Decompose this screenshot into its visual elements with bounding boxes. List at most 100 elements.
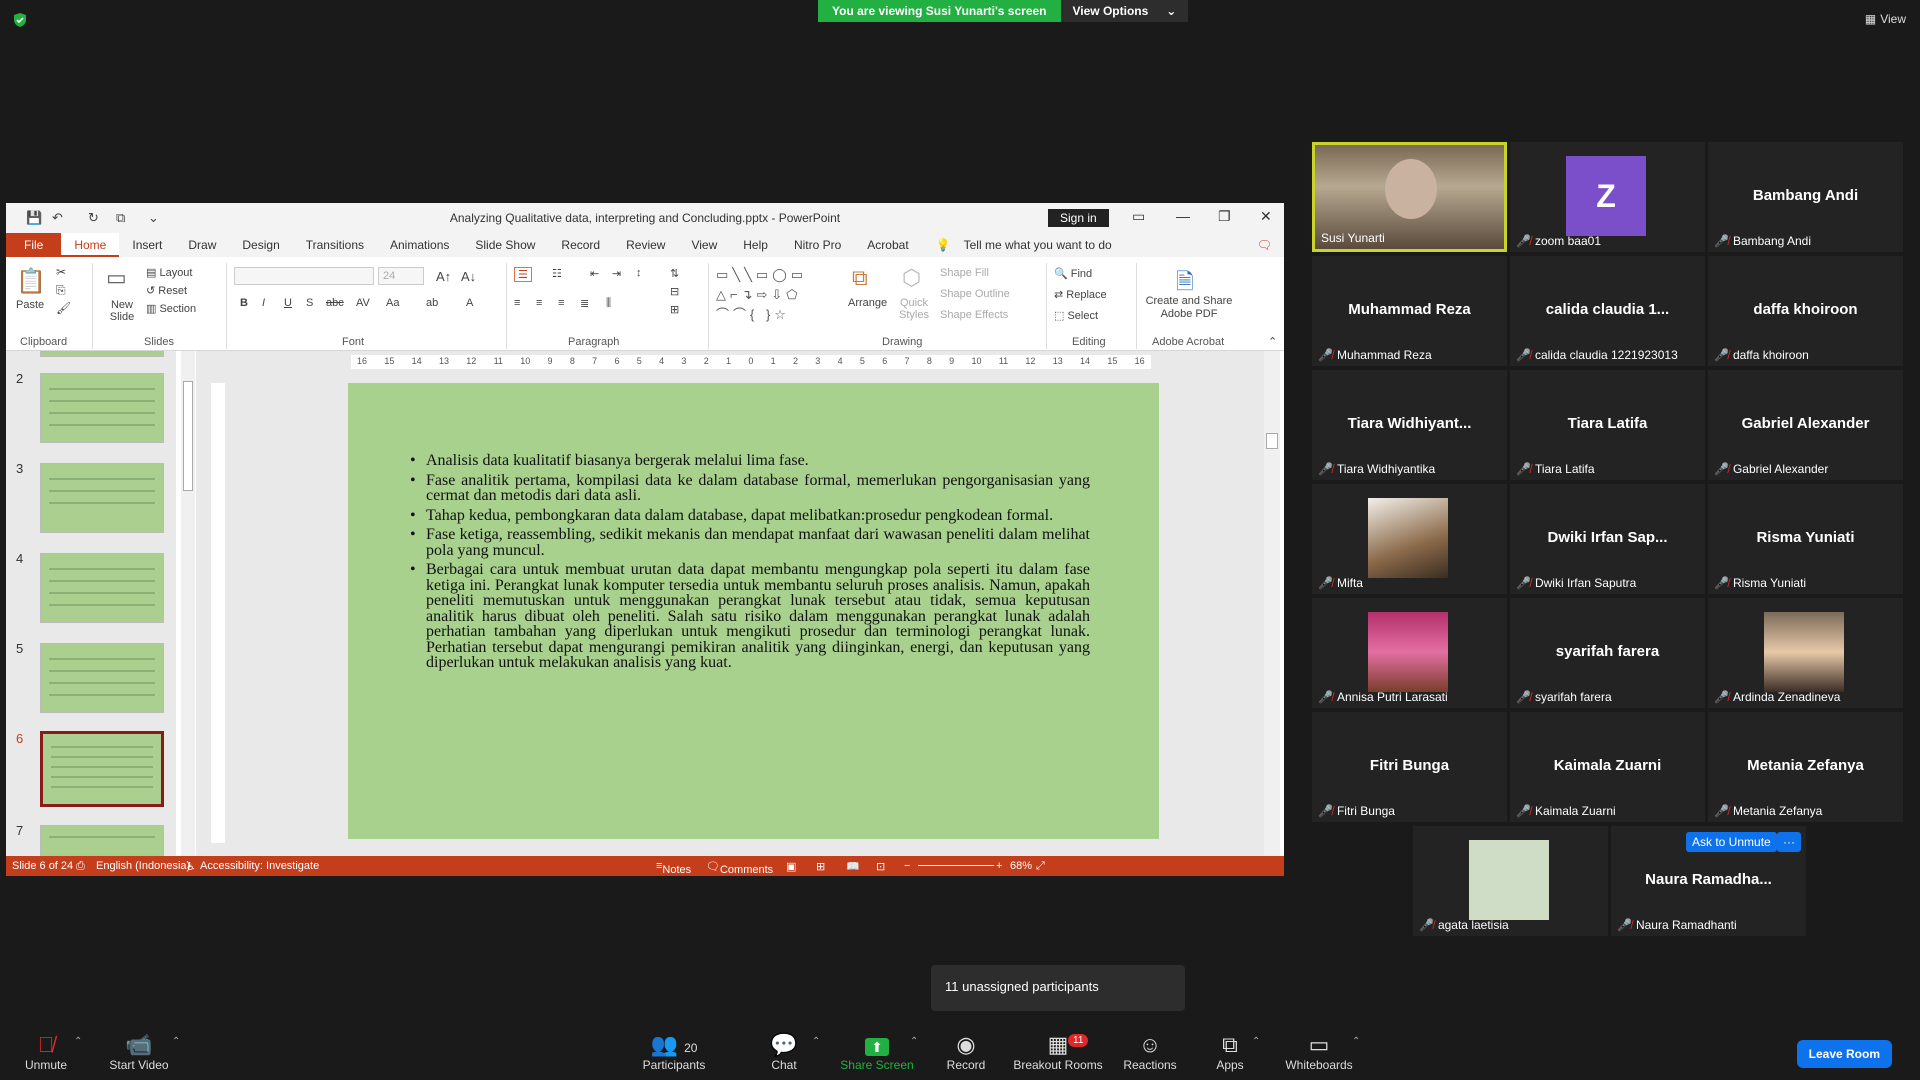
shape-fill-button[interactable]: Shape Fill — [940, 267, 989, 279]
reactions-button[interactable]: ☺ Reactions — [1120, 1032, 1180, 1072]
slide-bullet-list[interactable]: Analisis data kualitatif biasanya berger… — [410, 453, 1090, 675]
cut-icon[interactable]: ✂ — [56, 265, 66, 279]
tab-nitro-pro[interactable]: Nitro Pro — [781, 233, 854, 257]
sign-in-button[interactable]: Sign in — [1048, 209, 1109, 227]
align-center-icon[interactable]: ≡ — [536, 297, 542, 309]
tab-transitions[interactable]: Transitions — [293, 233, 377, 257]
shadow-icon[interactable]: S — [306, 297, 313, 309]
slide-thumbnail-2[interactable] — [40, 373, 164, 443]
align-text-icon[interactable]: ⊟ — [670, 285, 679, 298]
collapse-ribbon-icon[interactable]: ⌃ — [1268, 335, 1277, 348]
video-options-caret[interactable]: ⌃ — [172, 1036, 180, 1047]
audio-options-caret[interactable]: ⌃ — [74, 1036, 82, 1047]
slide-thumbnail-6[interactable] — [40, 731, 164, 807]
chat-button[interactable]: 💬 Chat — [760, 1032, 808, 1072]
normal-view-icon[interactable]: ▣ — [786, 860, 796, 873]
copy-icon[interactable]: ⎘ — [56, 283, 66, 298]
participant-tile[interactable]: Bambang Andi 🎤̸ Bambang Andi — [1708, 142, 1903, 252]
arrange-button[interactable]: Arrange — [848, 297, 887, 309]
notes-button[interactable]: ≡ Notes — [656, 860, 691, 876]
reset-button[interactable]: ↺ Reset — [146, 284, 187, 297]
fit-to-window-icon[interactable]: ⤢ — [1036, 860, 1045, 873]
scroll-thumb[interactable] — [183, 381, 193, 491]
quick-styles-button[interactable]: Quick Styles — [894, 297, 934, 321]
tab-file[interactable]: File — [6, 233, 62, 257]
record-button[interactable]: ◉ Record — [944, 1032, 988, 1072]
tab-help[interactable]: Help — [730, 233, 781, 257]
participant-tile[interactable]: Tiara Latifa 🎤̸ Tiara Latifa — [1510, 370, 1705, 480]
shape-outline-button[interactable]: Shape Outline — [940, 288, 1010, 300]
zoom-slider[interactable] — [918, 865, 994, 866]
participant-tile[interactable]: calida claudia 1... 🎤̸ calida claudia 1221… — [1510, 256, 1705, 366]
scroll-thumb[interactable] — [1266, 433, 1278, 449]
tab-design[interactable]: Design — [229, 233, 292, 257]
restore-icon[interactable]: ❐ — [1218, 208, 1231, 225]
bold-icon[interactable]: B — [240, 297, 248, 309]
font-name-box[interactable] — [234, 267, 374, 285]
new-slide-icon[interactable]: ▭ — [106, 265, 127, 291]
tab-acrobat[interactable]: Acrobat — [854, 233, 921, 257]
participant-tile[interactable]: Risma Yuniati 🎤̸ Risma Yuniati — [1708, 484, 1903, 594]
layout-button[interactable]: ▤ Layout — [146, 266, 192, 279]
ask-to-unmute-button[interactable]: Ask to Unmute — [1686, 832, 1777, 852]
participant-tile[interactable]: 🎤̸ Mifta — [1312, 484, 1507, 594]
smartart-icon[interactable]: ⊞ — [670, 303, 679, 316]
participant-tile[interactable]: 🎤̸ agata laetisia — [1413, 826, 1608, 936]
tab-draw[interactable]: Draw — [175, 233, 229, 257]
editor-scrollbar[interactable] — [1264, 351, 1280, 856]
participant-tile[interactable]: Metania Zefanya 🎤̸ Metania Zefanya — [1708, 712, 1903, 822]
find-button[interactable]: 🔍 Find — [1054, 267, 1092, 280]
increase-indent-icon[interactable]: ⇥ — [612, 267, 621, 280]
chat-options-caret[interactable]: ⌃ — [812, 1036, 820, 1047]
tab-home[interactable]: Home — [61, 233, 120, 257]
slide-sorter-icon[interactable]: ⊞ — [816, 860, 825, 873]
create-pdf-button[interactable]: Create and Share Adobe PDF — [1144, 295, 1234, 321]
language-status[interactable]: English (Indonesia) — [96, 860, 190, 872]
change-case-icon[interactable]: Aa — [386, 297, 399, 309]
tell-me-search[interactable]: Tell me what you want to do — [951, 233, 1125, 257]
unmute-button[interactable]: 🎙̸ Unmute — [20, 1032, 72, 1072]
columns-icon[interactable]: ⫼ — [606, 297, 611, 310]
participant-tile[interactable]: daffa khoiroon 🎤̸ daffa khoiroon — [1708, 256, 1903, 366]
zoom-level[interactable]: 68% — [1010, 860, 1032, 872]
participant-tile[interactable]: Fitri Bunga 🎤̸ Fitri Bunga — [1312, 712, 1507, 822]
security-shield-icon[interactable] — [12, 12, 28, 28]
participant-tile[interactable]: Kaimala Zuarni 🎤̸ Kaimala Zuarni — [1510, 712, 1705, 822]
char-spacing-icon[interactable]: AV — [356, 297, 370, 309]
new-slide-button[interactable]: New Slide — [102, 299, 142, 323]
shapes-gallery[interactable]: ▭╲╲▭◯▭ △⌐↴⇨⇩⬠ ⌒⌒{ }☆ — [716, 265, 844, 327]
tab-view[interactable]: View — [678, 233, 730, 257]
align-left-icon[interactable]: ≡ — [514, 297, 520, 309]
leave-room-button[interactable]: Leave Room — [1796, 1040, 1892, 1068]
thumbnails-scrollbar[interactable] — [181, 351, 195, 856]
apps-button[interactable]: ⧉ Apps — [1212, 1032, 1248, 1072]
slide-thumbnail-4[interactable] — [40, 553, 164, 623]
close-icon[interactable]: ✕ — [1260, 208, 1272, 225]
whiteboards-button[interactable]: ▭ Whiteboards — [1282, 1032, 1356, 1072]
numbering-icon[interactable]: ☷ — [552, 267, 562, 280]
align-right-icon[interactable]: ≡ — [558, 297, 564, 309]
arrange-icon[interactable]: ⧉ — [852, 265, 868, 291]
strikethrough-icon[interactable]: abc — [326, 297, 344, 309]
participant-tile[interactable]: Gabriel Alexander 🎤̸ Gabriel Alexander — [1708, 370, 1903, 480]
minimize-icon[interactable]: — — [1176, 208, 1190, 224]
increase-font-icon[interactable]: A↑ — [436, 269, 451, 284]
font-color-icon[interactable]: A — [466, 297, 473, 309]
paste-button[interactable]: Paste — [16, 299, 44, 311]
spellcheck-icon[interactable]: ⎙ — [76, 860, 85, 873]
tab-slide-show[interactable]: Slide Show — [462, 233, 548, 257]
participant-tile[interactable]: Muhammad Reza 🎤̸ Muhammad Reza — [1312, 256, 1507, 366]
quick-styles-icon[interactable]: ⬡ — [902, 265, 921, 291]
share-options-caret[interactable]: ⌃ — [910, 1036, 918, 1047]
slide-canvas[interactable]: Analisis data kualitatif biasanya berger… — [348, 383, 1159, 839]
breakout-rooms-button[interactable]: ▦ Breakout Rooms — [1012, 1032, 1104, 1072]
bullets-icon[interactable]: ☰ — [514, 267, 532, 282]
slide-thumbnail-5[interactable] — [40, 643, 164, 713]
slide-thumbnail-3[interactable] — [40, 463, 164, 533]
accessibility-status[interactable]: Accessibility: Investigate — [200, 860, 319, 872]
comment-icon[interactable]: 🗨 — [1257, 238, 1272, 252]
participant-tile[interactable]: syarifah farera 🎤̸ syarifah farera — [1510, 598, 1705, 708]
comments-button[interactable]: 🗨 Comments — [706, 860, 773, 876]
reading-view-icon[interactable]: 📖 — [846, 860, 860, 873]
paste-icon[interactable]: 📋 — [16, 267, 46, 296]
